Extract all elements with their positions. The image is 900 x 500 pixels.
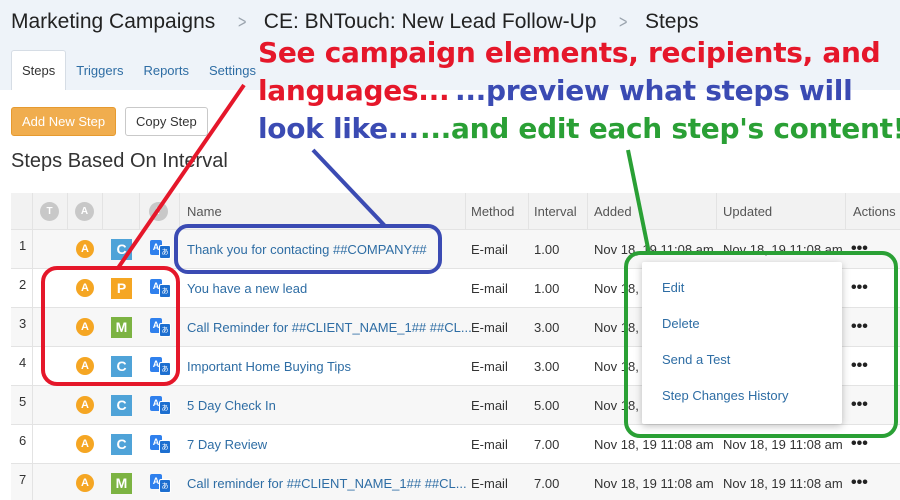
step-added: Nov 18, 19 11:08 am	[594, 436, 714, 452]
assignee-a-icon: A	[76, 240, 94, 258]
step-added: Nov 18, 19 11:08 am	[594, 241, 714, 257]
more-dots-icon[interactable]: •••	[851, 318, 868, 336]
assignee-a-icon: A	[76, 318, 94, 336]
help-column-icon: ?	[149, 201, 168, 221]
assignee-a-icon: A	[76, 435, 94, 453]
tab-steps[interactable]: Steps	[11, 50, 67, 90]
a-column-icon: A	[75, 201, 94, 221]
annotation-red-line2: languages...	[258, 74, 450, 107]
more-dots-icon[interactable]: •••	[851, 474, 868, 492]
step-added: Nov 18, 19 11:08 am	[594, 475, 714, 491]
step-method: E-mail	[471, 280, 508, 296]
chevron-right-icon: >	[238, 11, 247, 32]
table-row-7[interactable]: 7 A M Aあ Call reminder for ##CLIENT_NAME…	[11, 463, 900, 500]
translate-icon[interactable]: Aあ	[150, 395, 171, 416]
step-interval: 1.00	[534, 280, 560, 296]
translate-icon[interactable]: Aあ	[150, 434, 171, 455]
translate-icon[interactable]: Aあ	[150, 356, 171, 377]
row-number: 7	[19, 472, 27, 487]
more-dots-icon[interactable]: •••	[851, 279, 868, 297]
annotation-blue-line3: look like...	[258, 112, 419, 145]
step-interval: 5.00	[534, 397, 560, 413]
recipient-badge: C	[111, 394, 132, 416]
t-column-icon: T	[40, 201, 59, 221]
header-name[interactable]: Name	[187, 204, 222, 219]
translate-icon[interactable]: Aあ	[150, 317, 171, 338]
row-number: 1	[19, 238, 27, 253]
tab-bar: Steps Triggers Reports Settings	[11, 50, 266, 90]
header-added[interactable]: Added	[594, 204, 632, 219]
recipient-badge: M	[111, 472, 132, 494]
step-interval: 7.00	[534, 436, 560, 452]
recipient-badge: C	[111, 433, 132, 455]
assignee-a-icon: A	[76, 357, 94, 375]
breadcrumb-campaign[interactable]: CE: BNTouch: New Lead Follow-Up	[264, 10, 597, 34]
step-name-link[interactable]: You have a new lead	[187, 281, 307, 296]
recipient-badge: C	[111, 238, 132, 260]
menu-item-send-test[interactable]: Send a Test	[662, 352, 730, 367]
step-name-link[interactable]: 5 Day Check In	[187, 398, 276, 413]
recipient-badge: C	[111, 355, 132, 377]
step-interval: 7.00	[534, 475, 560, 491]
table-row-6[interactable]: 6 A C Aあ 7 Day Review E-mail 7.00 Nov 18…	[11, 424, 900, 463]
header-interval[interactable]: Interval	[534, 204, 577, 219]
step-interval: 3.00	[534, 358, 560, 374]
table-header: T A ? Name Method Interval Added Updated…	[11, 193, 900, 229]
recipient-badge: M	[111, 316, 132, 338]
header-method[interactable]: Method	[471, 204, 514, 219]
step-updated: Nov 18, 19 11:08 am	[723, 475, 843, 491]
translate-icon[interactable]: Aあ	[150, 239, 171, 260]
annotation-blue-line2: ...preview what steps will	[455, 74, 853, 107]
breadcrumb-current: Steps	[644, 10, 699, 33]
more-dots-icon[interactable]: •••	[851, 396, 868, 414]
chevron-right-icon: >	[619, 11, 628, 32]
assignee-a-icon: A	[76, 279, 94, 297]
row-number: 4	[19, 355, 27, 370]
header-actions: Actions	[853, 203, 896, 219]
step-name-link[interactable]: 7 Day Review	[187, 437, 267, 452]
step-method: E-mail	[471, 319, 508, 335]
section-title: Steps Based On Interval	[11, 150, 228, 172]
step-updated: Nov 18, 19 11:08 am	[723, 436, 843, 452]
menu-item-changes-history[interactable]: Step Changes History	[662, 388, 788, 403]
tab-reports[interactable]: Reports	[133, 50, 199, 90]
annotation-red-line1: See campaign elements, recipients, and	[258, 36, 881, 69]
menu-item-delete[interactable]: Delete	[662, 316, 700, 331]
step-method: E-mail	[471, 436, 508, 452]
header-updated[interactable]: Updated	[723, 204, 772, 219]
breadcrumb-marketing-campaigns[interactable]: Marketing Campaigns	[11, 10, 215, 34]
row-number: 5	[19, 394, 27, 409]
copy-step-button[interactable]: Copy Step	[125, 107, 208, 136]
more-dots-icon[interactable]: •••	[851, 435, 868, 453]
row-number: 2	[19, 277, 27, 292]
step-name-link[interactable]: Thank you for contacting ##COMPANY##	[187, 242, 427, 257]
assignee-a-icon: A	[76, 474, 94, 492]
menu-item-edit[interactable]: Edit	[662, 280, 684, 295]
step-method: E-mail	[471, 397, 508, 413]
step-interval: 1.00	[534, 241, 560, 257]
add-new-step-button[interactable]: Add New Step	[11, 107, 117, 136]
recipient-badge: P	[111, 277, 132, 299]
more-dots-icon[interactable]: •••	[851, 357, 868, 375]
step-method: E-mail	[471, 358, 508, 374]
translate-icon[interactable]: Aあ	[150, 473, 171, 494]
step-interval: 3.00	[534, 319, 560, 335]
step-method: E-mail	[471, 241, 508, 257]
step-updated: Nov 18, 19 11:08 am	[723, 241, 843, 257]
step-name-link[interactable]: Call reminder for ##CLIENT_NAME_1## ##CL…	[187, 476, 467, 491]
annotation-green-line3: ...and edit each step's content!	[420, 112, 900, 145]
step-method: E-mail	[471, 475, 508, 491]
tab-settings[interactable]: Settings	[199, 50, 266, 90]
more-dots-icon[interactable]: •••	[851, 240, 868, 258]
row-number: 6	[19, 433, 27, 448]
assignee-a-icon: A	[76, 396, 94, 414]
step-actions-menu: Edit Delete Send a Test Step Changes His…	[642, 262, 842, 424]
step-name-link[interactable]: Call Reminder for ##CLIENT_NAME_1## ##CL…	[187, 320, 472, 335]
translate-icon[interactable]: Aあ	[150, 278, 171, 299]
row-number: 3	[19, 316, 27, 331]
tab-triggers[interactable]: Triggers	[66, 50, 133, 90]
breadcrumb: Marketing Campaigns > CE: BNTouch: New L…	[11, 8, 699, 36]
step-name-link[interactable]: Important Home Buying Tips	[187, 359, 351, 374]
